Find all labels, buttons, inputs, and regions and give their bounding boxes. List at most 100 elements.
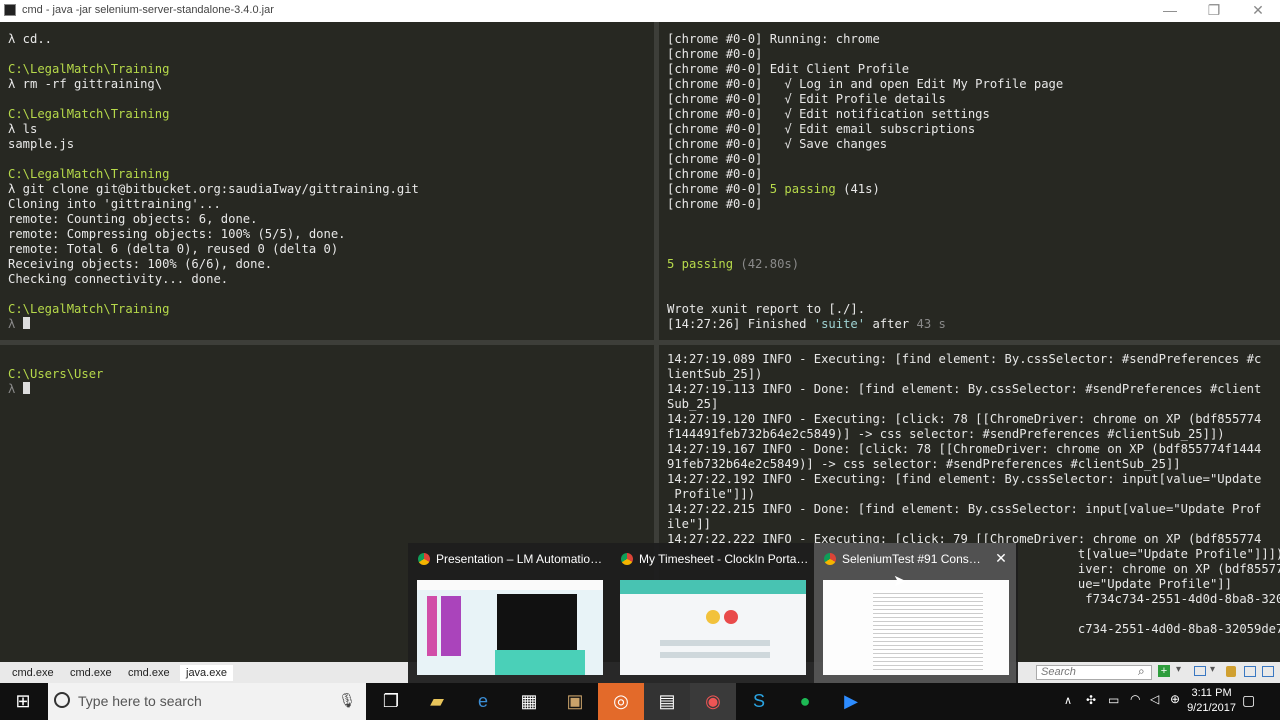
window-titlebar: cmd - java -jar selenium-server-standalo… [0,0,1280,22]
wifi-icon[interactable]: ◠ [1130,692,1140,706]
preview-title: My Timesheet - ClockIn Portal ... [639,552,809,566]
preview-presentation[interactable]: Presentation – LM Automation ... [408,543,610,683]
text-cursor [22,317,30,329]
taskbar-search[interactable]: Type here to search 🎙 [48,683,366,720]
menu-icon[interactable] [1262,666,1274,677]
split-view-icon[interactable] [1244,666,1256,677]
tray-chevron-up-icon[interactable]: ∧ [1064,694,1072,707]
console-line: [chrome #0-0] [667,197,763,211]
console-line: C:\LegalMatch\Training [8,167,170,181]
console-line: [chrome #0-0] Running: chrome [667,32,880,46]
console-line: [chrome #0-0] Edit Client Profile [667,62,910,76]
tab-cmd-3[interactable]: cmd.exe [122,665,176,681]
chevron-down-icon[interactable]: ▾ [1176,664,1181,675]
console-output: [chrome #0-0] Running: chrome [chrome #0-… [667,32,1276,332]
console-line: [chrome #0-0] 5 passing (41s) [667,182,880,196]
zoom-icon[interactable]: ▶ [828,683,874,720]
console-prompt[interactable]: λ [8,382,650,397]
log-line: lientSub_25]) [667,367,763,381]
console-line: C:\LegalMatch\Training [8,302,170,316]
console-prompt[interactable]: λ [8,317,650,332]
console-app-icon[interactable]: ▤ [644,683,690,720]
spotify-icon[interactable]: ● [782,683,828,720]
language-icon[interactable]: ⊕ [1170,692,1180,706]
cmd-icon [4,4,16,16]
taskbar-clock[interactable]: 3:11 PM 9/21/2017 [1187,686,1236,716]
console-pane-top-right[interactable]: [chrome #0-0] Running: chrome [chrome #0-… [659,22,1280,340]
log-line: Profile"]]) [667,487,756,501]
console-line: λ ls [8,122,38,136]
console-line: [chrome #0-0] [667,47,763,61]
tab-java[interactable]: java.exe [180,665,233,681]
log-line: 14:27:19.167 INFO - Done: [click: 78 [[C… [667,442,1262,456]
app-icon[interactable]: ▣ [552,683,598,720]
console-line: sample.js [8,137,75,151]
console-line: [chrome #0-0] [667,167,763,181]
store-icon[interactable]: ▦ [506,683,552,720]
window-title: cmd - java -jar selenium-server-standalo… [22,4,274,16]
log-line: 14:27:19.113 INFO - Done: [find element:… [667,382,1262,396]
lock-icon[interactable] [1226,666,1236,677]
preview-thumbnail-image [417,580,603,675]
console-output: C:\Users\User λ [8,367,650,397]
console-line: λ rm -rf gittraining\ [8,77,163,91]
console-line: λ git clone git@bitbucket.org:saudiaIway… [8,182,419,196]
console-line: C:\LegalMatch\Training [8,107,170,121]
log-line: Sub_25] [667,397,719,411]
chrome-icon[interactable]: ◉ [690,683,736,720]
console-line: Receiving objects: 100% (6/6), done. [8,257,273,271]
taskbar-thumbnail-preview: Presentation – LM Automation ... My Time… [408,543,1018,683]
console-pane-top-left[interactable]: λ cd.. C:\LegalMatch\Training λ rm -rf git… [0,22,654,340]
windows-start-icon[interactable]: ⊞ [0,683,46,720]
console-line: remote: Counting objects: 6, done. [8,212,258,226]
skype-icon[interactable]: S [736,683,782,720]
chevron-down-icon[interactable]: ▾ [1210,664,1215,675]
windows-taskbar: ⊞ Type here to search 🎙 ❐ ▰ e ▦ ▣ ◎ ▤ ◉ … [0,683,1280,720]
chrome-canary-icon[interactable]: ◎ [598,683,644,720]
console-line: Wrote xunit report to [./]. [667,302,866,316]
preview-thumbnail-image [620,580,806,675]
preview-selenium-console[interactable]: SeleniumTest #91 Consol... ✕ [814,543,1016,683]
log-line: 14:27:22.215 INFO - Done: [find element:… [667,502,1262,516]
close-button[interactable]: ✕ [1236,0,1280,22]
microphone-icon[interactable]: 🎙 [338,692,356,709]
console-line: C:\Users\User [8,367,104,381]
console-line: remote: Compressing objects: 100% (5/5),… [8,227,346,241]
new-console-icon[interactable]: + [1158,665,1170,677]
console-line: [14:27:26] Finished 'suite' after 43 s [667,317,946,331]
tab-cmd-1[interactable]: cmd.exe [6,665,60,681]
search-icon[interactable]: ⌕ [1138,664,1145,679]
task-view-icon[interactable]: ❐ [368,683,414,720]
log-line: 91feb732b64e2c5849)] -> css selector: #s… [667,457,1181,471]
notifications-icon[interactable]: ▢ [1242,692,1255,709]
window-icon[interactable] [1194,666,1206,676]
volume-icon[interactable]: ◁ [1150,692,1159,706]
tray-app-icon[interactable]: ✣ [1086,693,1096,707]
clock-date: 9/21/2017 [1187,702,1236,714]
console-line: Cloning into 'gittraining'... [8,197,221,211]
console-line: [chrome #0-0] √ Edit notification settin… [667,107,990,121]
chrome-icon [621,553,633,565]
log-line: 14:27:19.120 INFO - Executing: [click: 7… [667,412,1262,426]
console-line: 5 passing (42.80s) [667,257,800,271]
log-line: ile"]] [667,517,712,531]
edge-icon[interactable]: e [460,683,506,720]
console-search-input[interactable]: Search [1036,665,1152,680]
close-preview-button[interactable]: ✕ [992,549,1010,567]
maximize-button[interactable]: ❐ [1192,0,1236,22]
minimize-button[interactable]: — [1148,0,1192,22]
battery-icon[interactable]: ▭ [1108,693,1119,707]
mouse-cursor-icon: ➤ [893,573,907,590]
chrome-icon [418,553,430,565]
console-line: [chrome #0-0] √ Edit email subscriptions [667,122,976,136]
preview-timesheet[interactable]: My Timesheet - ClockIn Portal ... [611,543,813,683]
preview-title: Presentation – LM Automation ... [436,552,606,566]
tab-cmd-2[interactable]: cmd.exe [64,665,118,681]
file-explorer-icon[interactable]: ▰ [414,683,460,720]
